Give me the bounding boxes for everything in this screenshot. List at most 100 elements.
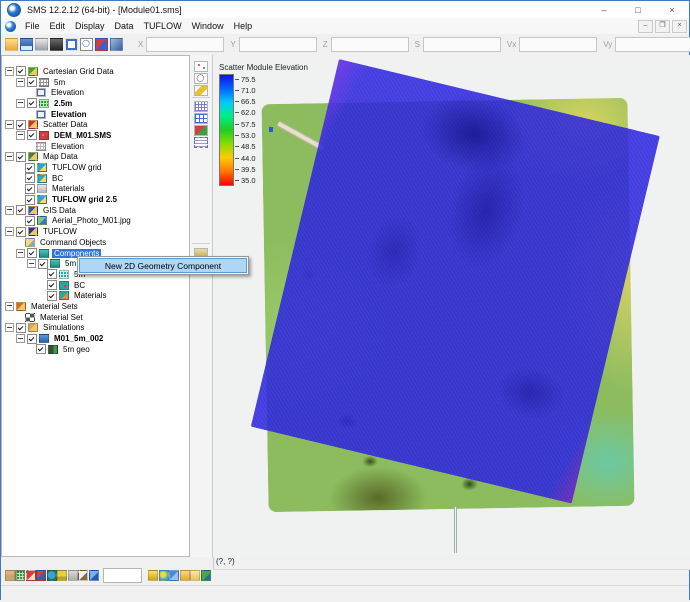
tree-row[interactable]: Scatter Data [2,119,189,130]
tree-checkbox[interactable] [47,280,57,291]
material-tool-icon[interactable] [194,85,208,96]
tree-checkbox[interactable] [16,205,26,216]
tree-checkbox[interactable] [25,183,35,194]
tree-row[interactable]: TUFLOW grid 2.5 [2,194,189,205]
menu-item-new-2d-geometry-component[interactable]: New 2D Geometry Component [79,258,247,273]
tree-row[interactable]: 5m [2,77,189,88]
tree-checkbox[interactable] [25,215,35,226]
export-folder-macro-icon[interactable] [179,569,190,581]
tree-checkbox[interactable] [16,119,26,130]
create-scatter-points-tool-icon[interactable] [194,61,208,72]
expand-toggle[interactable] [5,152,14,162]
menu-window[interactable]: Window [187,19,229,33]
expand-toggle[interactable] [5,227,14,237]
tree-row[interactable]: Cartesian Grid Data [2,66,189,77]
expand-toggle[interactable] [5,66,14,76]
menu-display[interactable]: Display [70,19,110,33]
tree-row[interactable]: TUFLOW [2,226,189,237]
annotation-module-icon[interactable] [78,569,88,581]
tree-row[interactable]: Command Objects [2,237,189,248]
frame-icon[interactable] [65,38,78,51]
zoom-tool-icon[interactable] [194,73,208,84]
tree-checkbox[interactable] [27,333,37,344]
x-field[interactable] [146,37,225,52]
map-module-icon[interactable] [36,569,46,581]
graphics-window[interactable]: Scatter Module Elevation 75.5 71.0 66.5 62.… [213,55,690,557]
mdi-restore-button[interactable]: ❐ [655,20,670,33]
tree-row[interactable]: DEM_M01.SMS [2,130,189,141]
tree-row[interactable]: GIS Data [2,205,189,216]
expand-toggle[interactable] [5,120,14,130]
tool-icon[interactable] [110,38,123,51]
vx-field[interactable] [519,37,598,52]
select-cell-tool-icon[interactable] [194,101,208,112]
get-icon[interactable] [95,38,108,51]
expand-toggle[interactable] [5,205,14,215]
maximize-button[interactable]: □ [621,1,655,18]
cartesian-grid-module-icon[interactable] [15,569,25,581]
tree-checkbox[interactable] [36,344,46,355]
grid-tool-icon[interactable] [194,113,208,124]
expand-toggle[interactable] [27,259,36,269]
tree-row[interactable]: M01_5m_002 [2,333,189,344]
expand-toggle[interactable] [16,130,25,140]
tree-row[interactable]: Materials [2,290,189,301]
close-button[interactable]: × [655,1,689,18]
tree-checkbox[interactable] [27,130,37,141]
pin-macro-icon[interactable] [148,569,158,581]
expand-toggle[interactable] [16,77,25,87]
tree-checkbox[interactable] [27,77,37,88]
tree-row[interactable]: TUFLOW grid [2,162,189,173]
curves-module-icon[interactable] [88,569,99,581]
module-toolbar-input[interactable] [102,567,142,583]
tree-row[interactable]: Map Data [2,151,189,163]
scatter-module-icon[interactable] [25,569,36,581]
tree-row[interactable]: Elevation [2,141,189,152]
tree-checkbox[interactable] [16,66,26,77]
expand-toggle[interactable] [16,98,25,108]
tree-row[interactable]: Aerial_Photo_M01.jpg [2,215,189,227]
menu-edit[interactable]: Edit [45,19,71,33]
notes-macro-icon[interactable] [190,569,200,581]
tree-checkbox[interactable] [25,162,35,173]
world-macro-icon[interactable] [158,569,169,581]
expand-toggle[interactable] [5,323,14,333]
tree-row[interactable]: Materials [2,183,189,195]
tree-row[interactable]: Simulations [2,322,189,334]
menu-file[interactable]: File [20,19,45,33]
tree-checkbox[interactable] [16,322,26,333]
vy-field[interactable] [615,37,690,52]
tree-row[interactable]: BC [2,173,189,184]
menu-data[interactable]: Data [110,19,139,33]
tree-checkbox[interactable] [16,151,26,162]
tree-row[interactable]: 2.5m [2,98,189,109]
mdi-minimize-button[interactable]: – [638,20,653,33]
tree-row[interactable]: 5m geo [2,344,189,355]
y-field[interactable] [238,37,317,52]
tree-checkbox[interactable] [25,194,35,205]
tree-row[interactable]: BC [2,280,189,291]
gis-module-icon[interactable] [46,569,57,581]
zoom-icon[interactable] [80,38,93,51]
save-icon[interactable] [20,38,33,51]
image-macro-icon[interactable] [200,569,211,581]
s-field[interactable] [422,37,501,52]
tree-row[interactable]: Elevation [2,109,189,120]
expand-toggle[interactable] [16,334,25,344]
open-icon[interactable] [5,38,18,51]
tree-checkbox[interactable] [38,258,48,269]
menu-tuflow[interactable]: TUFLOW [139,19,187,33]
tree-row[interactable]: Material Sets [2,301,189,312]
print-icon[interactable] [35,38,48,51]
grid-display-tool-icon[interactable] [194,125,208,136]
tree-checkbox[interactable] [16,226,26,237]
select-grid-region-tool-icon[interactable] [194,137,208,148]
delete-icon[interactable] [50,38,63,51]
tree-checkbox[interactable] [25,173,35,184]
menu-help[interactable]: Help [229,19,258,33]
mesh-module-icon[interactable] [4,569,15,581]
profile-module-icon[interactable] [67,569,78,581]
expand-toggle[interactable] [16,248,25,258]
z-field[interactable] [330,37,409,52]
tree-checkbox[interactable] [27,248,37,259]
